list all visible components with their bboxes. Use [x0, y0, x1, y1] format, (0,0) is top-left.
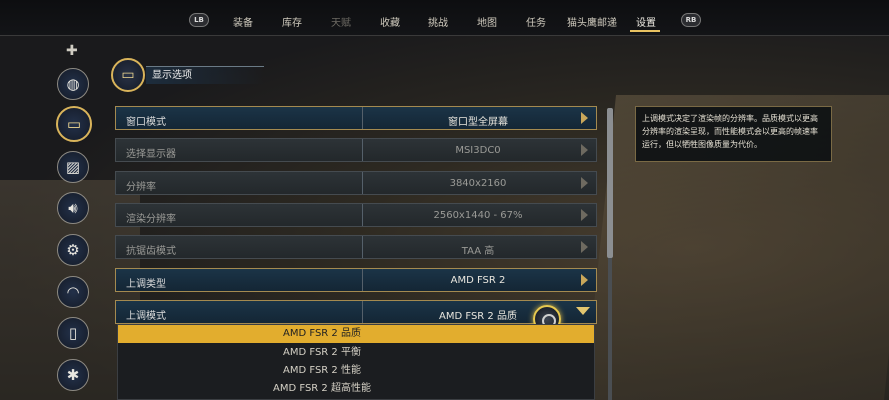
setting-label: 窗口模式 — [126, 117, 166, 128]
setting-row-resolution[interactable]: 分辨率 3840x2160 — [115, 171, 597, 195]
dropdown-option-performance[interactable]: AMD FSR 2 性能 — [118, 362, 594, 380]
nav-tab-settings[interactable]: 设置 — [636, 14, 656, 29]
setting-label: 上调模式 — [126, 311, 166, 322]
setting-label: 渲染分辨率 — [126, 214, 176, 225]
nav-tab-map[interactable]: 地图 — [477, 14, 497, 29]
setting-label: 分辨率 — [126, 182, 156, 193]
display-icon[interactable]: ▭ — [56, 106, 92, 142]
dpad-icon: ✚ — [66, 43, 78, 59]
nav-tab-quests[interactable]: 任务 — [526, 14, 546, 29]
nav-tab-inventory[interactable]: 库存 — [282, 14, 302, 29]
setting-row-window-mode[interactable]: 窗口模式 窗口型全屏幕 — [115, 106, 597, 130]
setting-value: AMD FSR 2 — [450, 275, 506, 286]
section-title: 显示选项 — [146, 66, 264, 84]
setting-value: 窗口型全屏幕 — [448, 117, 508, 128]
active-tab-underline — [630, 30, 660, 32]
chevron-down-icon[interactable] — [576, 307, 590, 315]
setting-row-anti-aliasing[interactable]: 抗锯齿模式 TAA 高 — [115, 235, 597, 259]
arrow-right-icon[interactable] — [581, 112, 588, 124]
monitor-icon: ▭ — [111, 58, 145, 92]
arrow-right-icon[interactable] — [581, 241, 588, 253]
setting-row-render-resolution[interactable]: 渲染分辨率 2560x1440 - 67% — [115, 203, 597, 227]
arrow-right-icon[interactable] — [581, 177, 588, 189]
accessibility-icon[interactable]: ✱ — [57, 359, 89, 391]
setting-label: 上调类型 — [126, 279, 166, 290]
dropdown-option-balanced[interactable]: AMD FSR 2 平衡 — [118, 344, 594, 362]
nav-tab-talents[interactable]: 天赋 — [331, 14, 351, 29]
speaker-icon[interactable]: 🔊︎ — [57, 192, 89, 224]
lb-button[interactable]: LB — [189, 13, 209, 27]
mouse-icon[interactable]: ▯ — [57, 317, 89, 349]
dropdown-option-quality[interactable]: AMD FSR 2 品质 — [118, 325, 594, 343]
gamepad-icon[interactable]: ◠ — [57, 276, 89, 308]
setting-value: MSI3DC0 — [455, 145, 501, 156]
dropdown-option-ultra-performance[interactable]: AMD FSR 2 超高性能 — [118, 380, 594, 398]
disc-icon[interactable]: ◍ — [57, 68, 89, 100]
upscale-mode-dropdown[interactable]: AMD FSR 2 品质 AMD FSR 2 平衡 AMD FSR 2 性能 A… — [117, 324, 595, 400]
nav-tab-owl-post[interactable]: 猫头鹰邮递 — [567, 14, 617, 29]
setting-value: TAA 高 — [461, 246, 495, 257]
arrow-right-icon[interactable] — [581, 209, 588, 221]
setting-label: 选择显示器 — [126, 149, 176, 160]
graphics-icon[interactable]: ▨ — [57, 151, 89, 183]
setting-row-monitor[interactable]: 选择显示器 MSI3DC0 — [115, 138, 597, 162]
scrollbar-thumb[interactable] — [607, 108, 613, 258]
nav-tab-collections[interactable]: 收藏 — [380, 14, 400, 29]
nav-tab-challenges[interactable]: 挑战 — [428, 14, 448, 29]
setting-row-upscale-type[interactable]: 上调类型 AMD FSR 2 — [115, 268, 597, 292]
gear-icon[interactable]: ⚙ — [57, 234, 89, 266]
setting-label: 抗锯齿模式 — [126, 246, 176, 257]
arrow-right-icon[interactable] — [581, 144, 588, 156]
top-nav: LB 装备 库存 天赋 收藏 挑战 地图 任务 猫头鹰邮递 设置 RB — [0, 0, 889, 36]
rb-button[interactable]: RB — [681, 13, 701, 27]
setting-row-upscale-mode[interactable]: 上调模式 AMD FSR 2 品质 — [115, 300, 597, 324]
setting-description: 上调模式决定了渲染帧的分辨率。品质模式以更高分辨率的渲染呈现，而性能模式会以更高… — [635, 106, 832, 162]
nav-tab-equipment[interactable]: 装备 — [233, 14, 253, 29]
setting-value: 3840x2160 — [449, 178, 507, 189]
setting-value: 2560x1440 - 67% — [433, 210, 523, 221]
arrow-right-icon[interactable] — [581, 274, 588, 286]
